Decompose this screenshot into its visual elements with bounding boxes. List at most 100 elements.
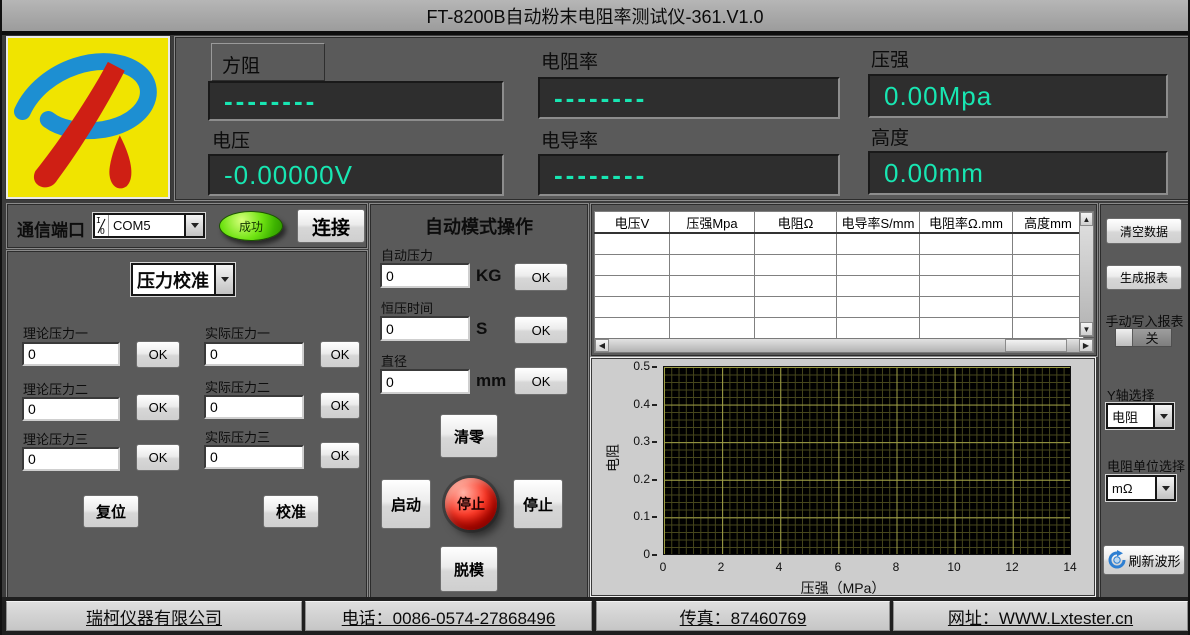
actual-pressure-3-input[interactable] [204,445,304,469]
y-tick: 0.4 [623,397,657,411]
comm-port-label: 通信端口 [17,216,85,241]
col-resistance: 电阻Ω [755,212,837,234]
actual-pressure-2-input[interactable] [204,395,304,419]
visa-io-icon: I O [95,215,109,236]
scroll-right-icon[interactable]: ▶ [1079,339,1093,352]
auto-pressure-input[interactable] [380,263,470,288]
chevron-down-icon[interactable] [184,215,203,236]
theoretical-pressure-1-ok-button[interactable]: OK [136,341,180,368]
x-tick: 10 [939,560,969,574]
sheet-resistance-label: 方阻 [211,43,325,81]
clear-data-button[interactable]: 清空数据 [1106,218,1182,244]
comm-port-panel: 通信端口 I O COM5 成功 连接 [6,203,368,249]
hold-time-ok-button[interactable]: OK [514,316,568,344]
y-tick: 0.5 [623,359,657,373]
chart-plot-area[interactable] [663,366,1071,555]
com-port-select[interactable]: I O COM5 [93,213,205,238]
zero-button[interactable]: 清零 [440,414,498,458]
title-bar: FT-8200B自动粉末电阻率测试仪-361.V1.0 [2,0,1188,35]
footer-company: 瑞柯仪器有限公司 [6,601,302,631]
theoretical-pressure-2-ok-button[interactable]: OK [136,394,180,421]
svg-text:I: I [96,216,101,225]
y-tick: 0.1 [623,509,657,523]
table-vertical-scrollbar[interactable]: ▲ ▼ [1079,211,1094,337]
scroll-left-icon[interactable]: ◀ [595,339,609,352]
demold-button[interactable]: 脱模 [440,546,498,592]
calibration-panel: 压力校准 理论压力一 OK 实际压力一 OK 理论压力二 OK 实际压力二 OK… [6,250,368,599]
measurement-table[interactable]: 电压V 压强Mpa 电阻Ω 电导率S/mm 电阻率Ω.mm 高度mm [594,211,1084,339]
actual-pressure-2-ok-button[interactable]: OK [320,392,360,419]
y-axis-select-label: Y轴选择 [1107,385,1155,404]
auto-pressure-ok-button[interactable]: OK [514,263,568,291]
table-row [595,255,1084,276]
app-window: FT-8200B自动粉末电阻率测试仪-361.V1.0 方阻 -------- … [0,0,1190,635]
hold-time-unit: S [476,319,487,339]
theoretical-pressure-1-label: 理论压力一 [23,323,88,342]
toggle-knob[interactable] [1116,329,1133,346]
start-button[interactable]: 启动 [381,479,431,529]
emergency-stop-button[interactable]: 停止 [445,478,497,530]
col-resistivity: 电阻率Ω.mm [920,212,1013,234]
col-voltage: 电压V [595,212,670,234]
y-axis-select[interactable]: 电阻 [1106,403,1174,429]
conductivity-display: -------- [538,154,840,196]
chevron-down-icon[interactable] [1155,477,1174,499]
resistivity-display: -------- [538,77,840,119]
table-row [595,318,1084,339]
connect-button[interactable]: 连接 [297,209,365,243]
actual-pressure-3-ok-button[interactable]: OK [320,442,360,469]
theoretical-pressure-2-label: 理论压力二 [23,379,88,398]
calibration-mode-value: 压力校准 [133,265,214,294]
calibration-mode-select[interactable]: 压力校准 [131,263,235,296]
reset-button[interactable]: 复位 [83,495,139,528]
voltage-display: -0.00000V [208,154,504,196]
actual-pressure-1-ok-button[interactable]: OK [320,341,360,368]
theoretical-pressure-3-label: 理论压力三 [23,429,88,448]
col-conductivity: 电导率S/mm [837,212,920,234]
auto-pressure-label: 自动压力 [381,245,433,264]
calibrate-button[interactable]: 校准 [263,495,319,528]
sheet-resistance-display: -------- [208,81,504,121]
footer-website: 网址：WWW.Lxtester.cn [893,601,1188,631]
scrollbar-thumb[interactable] [1005,339,1067,352]
theoretical-pressure-1-input[interactable] [22,342,120,366]
footer-phone: 电话：0086-0574-27868496 [305,601,592,631]
refresh-waveform-button[interactable]: 刷新波形 [1103,545,1185,575]
chevron-down-icon[interactable] [214,265,233,294]
theoretical-pressure-2-input[interactable] [22,397,120,421]
theoretical-pressure-3-ok-button[interactable]: OK [136,444,180,471]
refresh-icon [1107,550,1127,570]
y-tick: 0.2 [623,472,657,486]
waveform-chart: 电阻 0.5 0.4 0.3 0.2 0.1 0 0 2 4 6 8 10 12… [590,357,1096,597]
auto-mode-panel: 自动模式操作 自动压力 KG OK 恒压时间 S OK 直径 mm OK 清零 … [369,203,589,599]
footer-bar: 瑞柯仪器有限公司 电话：0086-0574-27868496 传真：874607… [2,597,1188,635]
unit-select[interactable]: mΩ [1106,475,1176,501]
chevron-down-icon[interactable] [1153,405,1172,427]
y-axis-value: 电阻 [1108,405,1153,427]
table-horizontal-scrollbar[interactable]: ◀ ▶ [594,338,1094,353]
toggle-state: 关 [1133,328,1171,347]
generate-report-button[interactable]: 生成报表 [1106,265,1182,290]
theoretical-pressure-3-input[interactable] [22,447,120,471]
table-header-row: 电压V 压强Mpa 电阻Ω 电导率S/mm 电阻率Ω.mm 高度mm [595,212,1084,234]
x-tick: 6 [823,560,853,574]
stop-button[interactable]: 停止 [513,479,563,529]
x-tick: 4 [764,560,794,574]
y-tick: 0.3 [623,434,657,448]
diameter-ok-button[interactable]: OK [514,367,568,395]
unit-value: mΩ [1108,477,1155,499]
diameter-input[interactable] [380,369,470,394]
scroll-up-icon[interactable]: ▲ [1080,212,1093,226]
chart-y-axis-label: 电阻 [603,438,623,478]
svg-text:O: O [100,227,105,236]
pressure-display: 0.00Mpa [868,74,1168,118]
col-pressure: 压强Mpa [670,212,755,234]
actual-pressure-1-input[interactable] [204,342,304,366]
x-tick: 12 [997,560,1027,574]
footer-fax: 传真：87460769 [596,601,890,631]
scroll-down-icon[interactable]: ▼ [1080,322,1093,336]
hold-time-input[interactable] [380,316,470,341]
manual-report-toggle[interactable]: 关 [1115,328,1172,347]
x-tick: 14 [1055,560,1085,574]
logo-r-icon [8,38,168,197]
